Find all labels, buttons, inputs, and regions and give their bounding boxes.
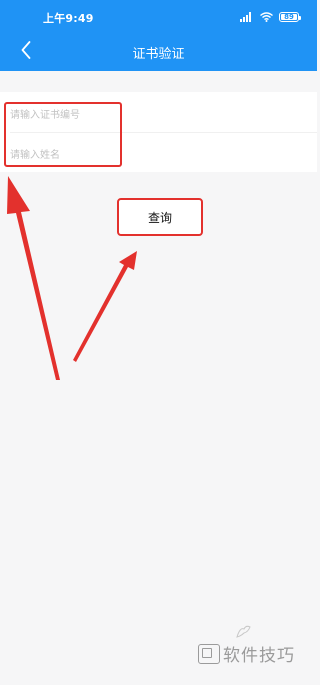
status-icons: 89: [240, 10, 301, 24]
watermark-text: 软件技巧: [223, 646, 295, 666]
nav-bar: 证书验证: [0, 34, 317, 71]
arrow-to-query-button: [73, 251, 137, 362]
signal-icon: [240, 12, 254, 22]
watermark-logo-icon: [198, 643, 220, 664]
arrow-to-fields: [7, 176, 60, 380]
app-header: 上午9:49 89 证书验证: [0, 0, 317, 71]
status-time: 上午9:49: [43, 12, 94, 25]
query-button[interactable]: 查询: [117, 198, 203, 236]
battery-icon: 89: [279, 12, 301, 22]
feather-icon: [235, 624, 253, 643]
battery-level: 89: [281, 14, 297, 21]
status-bar: 上午9:49 89: [0, 0, 317, 34]
wifi-icon: [260, 12, 273, 22]
page-title: 证书验证: [132, 47, 185, 62]
watermark: 软件技巧: [198, 641, 295, 666]
annotation-box-fields: [4, 102, 122, 167]
